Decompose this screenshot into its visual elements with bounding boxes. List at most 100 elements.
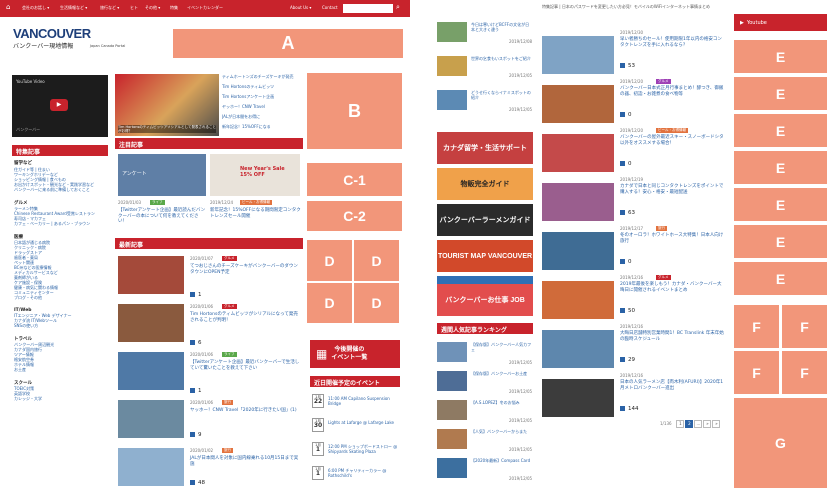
right-title[interactable]: カナダで日本と同じコンタクトレンズをポイントで購入する！安心・格安・最短配送 <box>620 184 724 195</box>
latest-tag[interactable]: 旅行 <box>222 448 233 453</box>
event-title[interactable]: 6:00 PM チャリティーカラー @ Rothschild's <box>328 468 400 478</box>
ranking-item[interactable]: 【A.S.LOPEZ】冬のお悩み 2019/12/05 <box>437 398 533 424</box>
ad-slot-f[interactable]: F <box>782 351 827 394</box>
ranking-item[interactable]: 【保存版】バンクーバー人気カフェ 2019/12/05 <box>437 340 533 366</box>
right-title[interactable]: 日本の人気ラーメン店【両木利(AFURI)】2020年1月メトロバンクーバー進出 <box>620 380 724 391</box>
banner-shopping[interactable]: 物販完全ガイド <box>437 168 533 200</box>
right-title[interactable]: 冬のオーロラ！ホワイトホース大特集！日本人向け旅行 <box>620 233 724 244</box>
sidebar-link[interactable]: SNSの使い方 <box>14 323 108 328</box>
ranking-thumb[interactable] <box>437 429 467 449</box>
mid-thumb[interactable] <box>437 56 467 76</box>
mid-title[interactable]: 今日は寒いけどBCFFの文化が日本と大きく違う <box>471 22 533 32</box>
featured-thumb[interactable]: アンケート <box>118 154 206 196</box>
event-title[interactable]: Lights at Lafarge @ Lafarge Lake <box>328 420 400 425</box>
mid-item[interactable]: 今日は寒いけどBCFFの文化が日本と大きく違う 2019/12/08 <box>437 22 533 46</box>
ad-slot-e[interactable]: E <box>734 151 827 184</box>
page-link-current[interactable]: 2 <box>685 420 694 428</box>
right-thumb[interactable] <box>542 330 614 368</box>
latest-tag[interactable]: グルメ <box>222 256 237 261</box>
right-item[interactable]: 2019/12/20 ビール・お得情報 バンクーバーの屋外最近スキー・スノーボー… <box>542 128 726 177</box>
ranking-title[interactable]: 【人気】バンクーバーからまた <box>471 429 533 434</box>
mid-thumb[interactable] <box>437 22 467 42</box>
latest-item[interactable]: 2020/01/07 グルメ てつおじさんのチーズケーキがバンクーバーのダウンタ… <box>118 256 304 302</box>
right-thumb[interactable] <box>542 379 614 417</box>
ranking-thumb[interactable] <box>437 342 467 362</box>
page-link[interactable]: ... <box>694 420 703 428</box>
nav-item-feature[interactable]: 特集 <box>170 5 178 11</box>
mid-item[interactable]: どうせ行くならイナミスポットの紹介 2019/12/05 <box>437 90 533 114</box>
hero-image[interactable]: Tim Hortonsのティムビッツアソシアルとして発表されることがお得？ <box>115 74 219 136</box>
latest-tag[interactable]: 旅行 <box>222 400 233 405</box>
banner-ramen[interactable]: バンクーバーラーメンガイド <box>437 204 533 236</box>
ad-slot-g[interactable]: G <box>734 398 827 488</box>
featured-title[interactable]: 【Twitterアンケート企画】最近読んだバンクーバーの本について何を教えてくだ… <box>118 208 206 225</box>
ranking-thumb[interactable] <box>437 400 467 420</box>
latest-thumb[interactable] <box>118 352 184 390</box>
ranking-thumb[interactable] <box>437 371 467 391</box>
ranking-title[interactable]: 【2020年最新】Compass Card <box>471 458 533 463</box>
sidebar-link[interactable]: ブログ・その他 <box>14 295 108 300</box>
ad-slot-f[interactable]: F <box>734 305 779 348</box>
hero-list-item[interactable]: ヤッホー！CNW Travel <box>222 104 304 109</box>
sidebar-link[interactable]: カレッジ・大学 <box>14 396 108 401</box>
hero-list-item[interactable]: ティムホートンズのチーズケーキが発売 <box>222 74 304 79</box>
page-link[interactable]: 1 <box>676 420 685 428</box>
hero-list-item[interactable]: 新年記念！15%OFFになる <box>222 124 304 129</box>
right-thumb[interactable] <box>542 232 614 270</box>
right-title[interactable]: バンクーバー日本式正月行事まとめ！酵つき、御飯の器、初詣・お雑煮の食べ物等 <box>620 86 724 97</box>
mid-thumb[interactable] <box>437 90 467 110</box>
right-item[interactable]: 2019/12/16 日本の人気ラーメン店【両木利(AFURI)】2020年1月… <box>542 373 726 422</box>
right-thumb[interactable] <box>542 36 614 74</box>
right-tag[interactable]: グルメ <box>656 275 671 280</box>
ad-slot-c1[interactable]: C-1 <box>307 163 402 196</box>
latest-tag[interactable]: ライフ <box>222 352 237 357</box>
featured-tag[interactable]: ライフ <box>150 200 165 205</box>
ad-slot-f[interactable]: F <box>782 305 827 348</box>
latest-title[interactable]: ヤッホー！CNW Travel「2020年に行きたい国」(1) <box>190 408 302 414</box>
ad-slot-d[interactable]: D <box>354 283 399 323</box>
ad-slot-b[interactable]: B <box>307 73 402 149</box>
banner-support[interactable]: カナダ留学・生活サポート <box>437 132 533 164</box>
right-item[interactable]: 2019/12/20 グルメ バンクーバー日本式正月行事まとめ！酵つき、御飯の器… <box>542 79 726 128</box>
ranking-item[interactable]: 【人気】バンクーバーからまた 2019/12/05 <box>437 427 533 453</box>
event-title[interactable]: 12:00 PM ショップボードストロー @ Shipyards Skating… <box>328 444 400 454</box>
latest-thumb[interactable] <box>118 448 184 486</box>
nav-item-company[interactable]: 会社のお話し ▾ <box>22 5 49 11</box>
right-thumb[interactable] <box>542 183 614 221</box>
right-item[interactable]: 2019/12/19 カナダで日本と同じコンタクトレンズをポイントで購入する！安… <box>542 177 726 226</box>
banner-jobs[interactable]: バンクーバーお仕事 JOB <box>437 284 533 316</box>
ranking-item[interactable]: 【保存版】バンクーバーお土産 2019/12/05 <box>437 369 533 395</box>
sidebar-link[interactable]: バンクーバーに来る前に準備しておくこと <box>14 187 108 192</box>
right-title[interactable]: 大晦日店舗特別営業時間1！BC Translink 年末年始の臨時スケジュール <box>620 331 724 342</box>
right-item[interactable]: 2019/12/17 旅行 冬のオーロラ！ホワイトホース大特集！日本人向け旅行 … <box>542 226 726 275</box>
ranking-item[interactable]: 【2020年最新】Compass Card 2019/12/05 <box>437 456 533 482</box>
latest-tag[interactable]: グルメ <box>222 304 237 309</box>
ranking-title[interactable]: 【保存版】バンクーバー人気カフェ <box>471 342 533 352</box>
ad-slot-e[interactable]: E <box>734 114 827 147</box>
right-item[interactable]: 2019/12/16 大晦日店舗特別営業時間1！BC Translink 年末年… <box>542 324 726 373</box>
hero-list-item[interactable]: JALが日本間をお得に <box>222 114 304 119</box>
latest-thumb[interactable] <box>118 256 184 294</box>
right-tag[interactable]: ビール・お得情報 <box>656 128 688 133</box>
search-icon[interactable]: ⌕ <box>396 3 400 12</box>
right-title[interactable]: 早い者勝ちのセール！使用期限1年以内の格安コンタクトレンズを手に入れるなら？ <box>620 37 724 48</box>
page-last[interactable]: » <box>712 420 721 428</box>
nav-item-about[interactable]: About Us ▾ <box>290 5 311 10</box>
video-player[interactable]: YouTube Video ▶ バンクーバー <box>12 75 108 137</box>
ad-slot-c2[interactable]: C-2 <box>307 201 402 231</box>
youtube-button[interactable]: ▶ Youtube <box>734 14 827 31</box>
latest-thumb[interactable] <box>118 304 184 342</box>
right-thumb[interactable] <box>542 85 614 123</box>
ranking-thumb[interactable] <box>437 458 467 478</box>
ad-slot-a[interactable]: A <box>173 29 403 58</box>
ad-slot-e[interactable]: E <box>734 77 827 110</box>
right-item[interactable]: 2019/12/16 グルメ 2019年最後を楽しもう！カナダ・バンクーバー大晦… <box>542 275 726 324</box>
ad-slot-d[interactable]: D <box>307 283 352 323</box>
nav-item-events[interactable]: イベントカレンダー <box>187 5 223 11</box>
nav-item-other[interactable]: その他 ▾ <box>145 5 160 11</box>
nav-item-people[interactable]: ヒト <box>130 5 138 11</box>
ad-slot-e[interactable]: E <box>734 225 827 258</box>
latest-thumb[interactable] <box>118 400 184 438</box>
ranking-title[interactable]: 【保存版】バンクーバーお土産 <box>471 371 533 376</box>
latest-item[interactable]: 2020/01/06 グルメ Tim Hortonsのティムビッツがシリアルにな… <box>118 304 304 350</box>
